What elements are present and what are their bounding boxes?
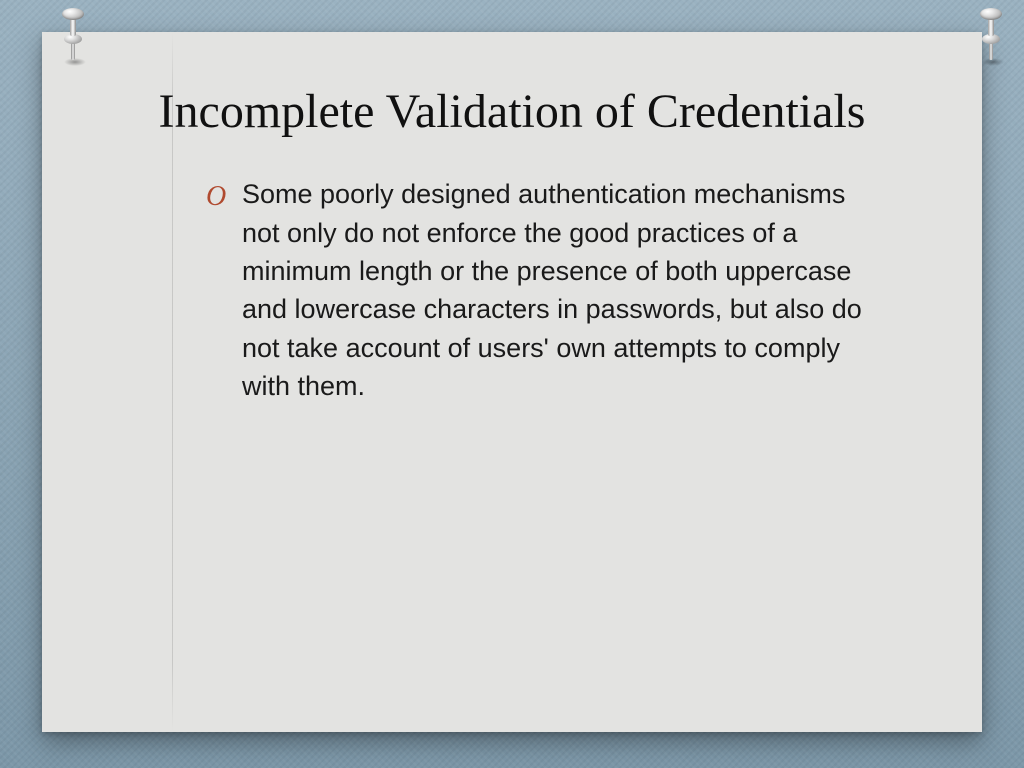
bullet-text: Some poorly designed authentication mech…	[242, 179, 862, 401]
bullet-list: O Some poorly designed authentication me…	[112, 175, 912, 405]
bullet-marker: O	[206, 177, 226, 217]
fold-line	[172, 32, 173, 732]
slide-title: Incomplete Validation of Credentials	[112, 84, 912, 139]
bullet-item: O Some poorly designed authentication me…	[242, 175, 882, 405]
slide-card: Incomplete Validation of Credentials O S…	[42, 32, 982, 732]
